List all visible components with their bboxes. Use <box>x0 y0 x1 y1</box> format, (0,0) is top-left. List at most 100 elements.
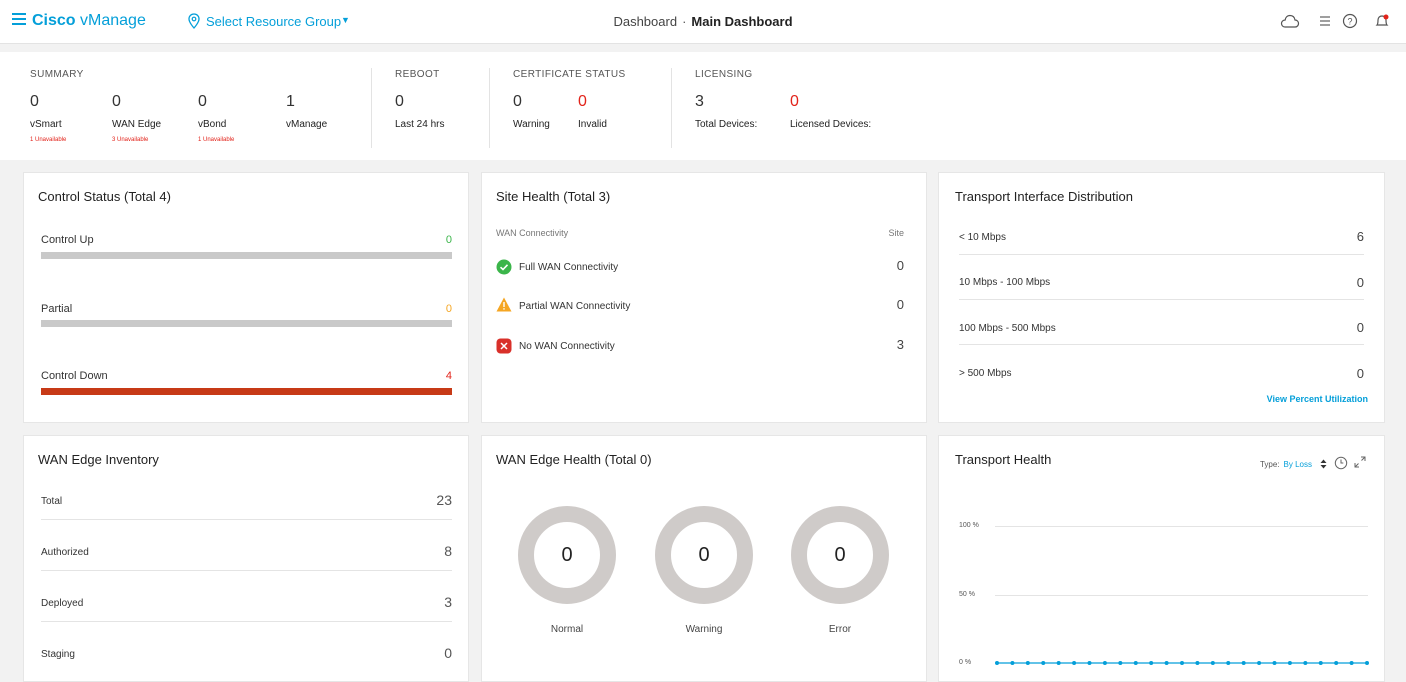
certificate-heading: CERTIFICATE STATUS <box>513 69 626 80</box>
card-title: Site Health (Total 3) <box>496 189 611 204</box>
licensed-devices-label: Licensed Devices: <box>790 119 872 130</box>
inventory-total-label[interactable]: Total <box>41 496 62 507</box>
wan-connectivity-column-header: WAN Connectivity <box>496 228 569 238</box>
partial-wan-connectivity-label[interactable]: Partial WAN Connectivity <box>519 301 630 312</box>
series-point[interactable] <box>1072 661 1077 665</box>
inventory-total-value[interactable]: 23 <box>436 492 452 508</box>
error-donut-value: 0 <box>834 544 846 566</box>
no-wan-connectivity-value[interactable]: 3 <box>897 337 904 352</box>
warning-donut-value: 0 <box>698 544 710 566</box>
breadcrumb-current: Main Dashboard <box>691 14 793 29</box>
normal-donut-value: 0 <box>561 544 573 566</box>
series-point[interactable] <box>1102 661 1107 665</box>
breadcrumb: Dashboard · Main Dashboard <box>0 14 1406 29</box>
series-point[interactable] <box>1257 661 1262 665</box>
series-point[interactable] <box>1149 661 1154 665</box>
series-point[interactable] <box>1334 661 1339 665</box>
breadcrumb-separator: · <box>682 14 687 29</box>
interface-bucket-value[interactable]: 0 <box>1357 366 1364 381</box>
series-point[interactable] <box>1180 661 1184 665</box>
series-point[interactable] <box>1287 661 1292 665</box>
view-percent-utilization-link[interactable]: View Percent Utilization <box>1267 394 1368 404</box>
alarm-bell-icon[interactable] <box>1373 12 1391 30</box>
transport-interface-distribution-card: Transport Interface Distribution < 10 Mb… <box>938 172 1385 423</box>
control-up-bar[interactable] <box>41 252 452 259</box>
control-up-value[interactable]: 0 <box>446 234 452 246</box>
divider <box>41 570 452 571</box>
reboot-count[interactable]: 0 <box>395 93 404 111</box>
vbond-label: vBond <box>198 119 227 130</box>
vmanage-count[interactable]: 1 <box>286 93 295 111</box>
control-down-bar[interactable] <box>41 388 452 395</box>
interface-bucket-label[interactable]: > 500 Mbps <box>959 368 1012 379</box>
series-point[interactable] <box>1272 661 1277 665</box>
full-wan-connectivity-label[interactable]: Full WAN Connectivity <box>519 262 618 273</box>
divider <box>489 68 490 148</box>
total-devices-label: Total Devices: <box>695 119 758 130</box>
vsmart-count[interactable]: 0 <box>30 93 39 111</box>
series-point[interactable] <box>1210 661 1215 665</box>
breadcrumb-parent[interactable]: Dashboard <box>613 14 677 29</box>
series-point[interactable] <box>1133 661 1138 665</box>
vbond-count[interactable]: 0 <box>198 93 207 111</box>
control-down-value[interactable]: 4 <box>446 370 452 382</box>
divider <box>671 68 672 148</box>
series-point[interactable] <box>1087 661 1092 665</box>
transport-health-line-chart[interactable] <box>939 436 1384 681</box>
inventory-authorized-value[interactable]: 8 <box>444 543 452 559</box>
interface-bucket-label[interactable]: 100 Mbps - 500 Mbps <box>959 323 1056 334</box>
licensed-devices-count[interactable]: 0 <box>790 93 799 111</box>
partial-wan-connectivity-value[interactable]: 0 <box>897 297 904 312</box>
partial-value[interactable]: 0 <box>446 303 452 315</box>
certificate-warning-count[interactable]: 0 <box>513 93 522 111</box>
site-health-card: Site Health (Total 3) WAN Connectivity S… <box>481 172 927 423</box>
certificate-invalid-count[interactable]: 0 <box>578 93 587 111</box>
wan-edge-inventory-card: WAN Edge Inventory Total 23 Authorized 8… <box>23 435 469 682</box>
series-point[interactable] <box>1226 661 1231 665</box>
interface-bucket-value[interactable]: 6 <box>1357 229 1364 244</box>
inventory-deployed-label[interactable]: Deployed <box>41 598 83 609</box>
wan-edge-unavailable: 3 Unavailable <box>112 137 149 143</box>
inventory-staging-label[interactable]: Staging <box>41 649 75 660</box>
series-point[interactable] <box>1164 661 1169 665</box>
inventory-deployed-value[interactable]: 3 <box>444 594 452 610</box>
series-point[interactable] <box>1025 661 1030 665</box>
interface-bucket-value[interactable]: 0 <box>1357 275 1364 290</box>
series-point[interactable] <box>1041 661 1046 665</box>
series-point[interactable] <box>1241 661 1246 665</box>
wan-edge-count[interactable]: 0 <box>112 93 121 111</box>
series-point[interactable] <box>1010 661 1015 665</box>
series-point[interactable] <box>1349 661 1354 665</box>
help-icon[interactable]: ? <box>1342 13 1358 29</box>
series-point[interactable] <box>1056 661 1061 665</box>
series-point[interactable] <box>1303 661 1308 665</box>
svg-text:?: ? <box>1347 17 1352 27</box>
divider <box>959 299 1364 300</box>
interface-bucket-value[interactable]: 0 <box>1357 320 1364 335</box>
cloud-icon[interactable] <box>1280 12 1300 30</box>
series-point[interactable] <box>1118 661 1123 665</box>
series-point[interactable] <box>1195 661 1200 665</box>
no-wan-connectivity-label[interactable]: No WAN Connectivity <box>519 341 615 352</box>
divider <box>959 254 1364 255</box>
inventory-authorized-label[interactable]: Authorized <box>41 547 89 558</box>
series-point[interactable] <box>1318 661 1323 665</box>
series-point[interactable] <box>1365 661 1369 665</box>
series-point[interactable] <box>995 661 999 665</box>
partial-bar[interactable] <box>41 320 452 327</box>
interface-bucket-label[interactable]: 10 Mbps - 100 Mbps <box>959 277 1050 288</box>
full-wan-connectivity-value[interactable]: 0 <box>897 258 904 273</box>
reboot-heading: REBOOT <box>395 69 440 80</box>
total-devices-count[interactable]: 3 <box>695 93 704 111</box>
inventory-staging-value[interactable]: 0 <box>444 645 452 661</box>
tasks-icon[interactable] <box>1318 14 1332 28</box>
summary-strip: SUMMARY 0 vSmart 1 Unavailable 0 WAN Edg… <box>0 52 1406 160</box>
certificate-invalid-label: Invalid <box>578 119 607 130</box>
divider <box>41 519 452 520</box>
partial-label: Partial <box>41 303 73 315</box>
control-status-card: Control Status (Total 4) Control Up 0 Pa… <box>23 172 469 423</box>
warning-triangle-icon <box>496 297 512 312</box>
vsmart-label: vSmart <box>30 119 62 130</box>
card-title: Control Status (Total 4) <box>38 189 171 204</box>
interface-bucket-label[interactable]: < 10 Mbps <box>959 232 1006 243</box>
